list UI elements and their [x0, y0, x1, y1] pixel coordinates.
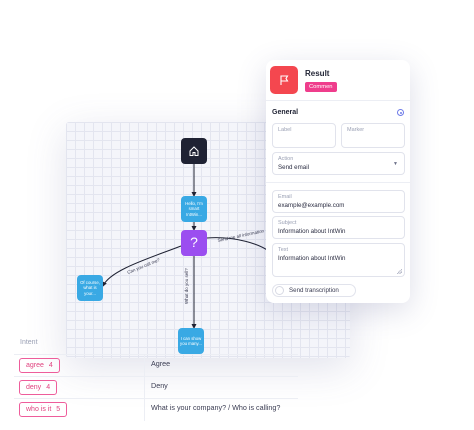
settings-circle-icon[interactable]: [397, 109, 404, 116]
intent-row[interactable]: agree 4 Agree: [14, 354, 298, 377]
toggle-knob[interactable]: [275, 286, 284, 295]
email-label: Email: [278, 194, 292, 200]
node-hello[interactable]: Hello, I'm smart IntWin...: [181, 196, 207, 222]
label-placeholder: Label: [278, 127, 292, 133]
intent-count: 5: [56, 406, 61, 413]
category-badge: Commen: [305, 82, 337, 92]
intent-count: 4: [48, 362, 53, 369]
marker-placeholder: Marker: [347, 127, 365, 133]
result-icon-box: [270, 66, 298, 94]
marker-input[interactable]: Marker: [341, 123, 405, 148]
email-value: example@example.com: [278, 202, 345, 209]
text-value: Information about IntWin: [278, 255, 346, 262]
subject-value: Information about IntWin: [278, 228, 346, 235]
intent-name: who is it: [26, 406, 52, 413]
resize-handle-icon[interactable]: [397, 269, 402, 274]
action-value: Send email: [278, 164, 309, 171]
column-divider: [144, 377, 145, 399]
intent-row[interactable]: who is it 5 What is your company? / Who …: [14, 398, 298, 421]
intent-value: What is your company? / Who is calling?: [151, 403, 281, 412]
subject-label: Subject: [278, 220, 297, 226]
intent-chip[interactable]: agree 4: [19, 358, 60, 373]
send-transcription-toggle[interactable]: Send transcription: [272, 284, 356, 297]
flag-icon: [280, 75, 289, 85]
intent-count: 4: [46, 384, 51, 391]
panel-title: Result: [305, 69, 330, 78]
node-question[interactable]: ?: [181, 230, 207, 256]
intent-name: deny: [26, 384, 42, 391]
intent-value: Deny: [151, 381, 168, 390]
intent-chip[interactable]: deny 4: [19, 380, 58, 395]
intent-column-header: Intent: [20, 339, 38, 346]
chevron-down-icon: ▼: [393, 161, 398, 167]
subject-field[interactable]: Subject Information about IntWin: [272, 216, 405, 239]
intent-name: agree: [26, 362, 44, 369]
action-label: Action: [278, 156, 294, 162]
panel-divider: [266, 182, 410, 183]
intent-value: Agree: [151, 359, 171, 368]
home-icon: [189, 146, 199, 156]
intent-chip[interactable]: who is it 5: [19, 402, 68, 417]
email-field[interactable]: Email example@example.com: [272, 190, 405, 213]
node-bottom[interactable]: I can show you many...: [178, 328, 204, 354]
column-divider: [144, 355, 145, 377]
panel-divider: [266, 100, 410, 101]
start-node[interactable]: [181, 138, 207, 164]
section-title: General: [272, 109, 299, 116]
node-left[interactable]: Of course, what is your...: [77, 275, 103, 301]
toggle-label: Send transcription: [289, 287, 339, 294]
label-input[interactable]: Label: [272, 123, 336, 148]
column-divider: [144, 399, 145, 421]
intent-row[interactable]: deny 4 Deny: [14, 376, 298, 399]
action-select[interactable]: Action Send email ▼: [272, 152, 405, 175]
text-area[interactable]: Text Information about IntWin: [272, 243, 405, 277]
text-label: Text: [278, 247, 289, 253]
